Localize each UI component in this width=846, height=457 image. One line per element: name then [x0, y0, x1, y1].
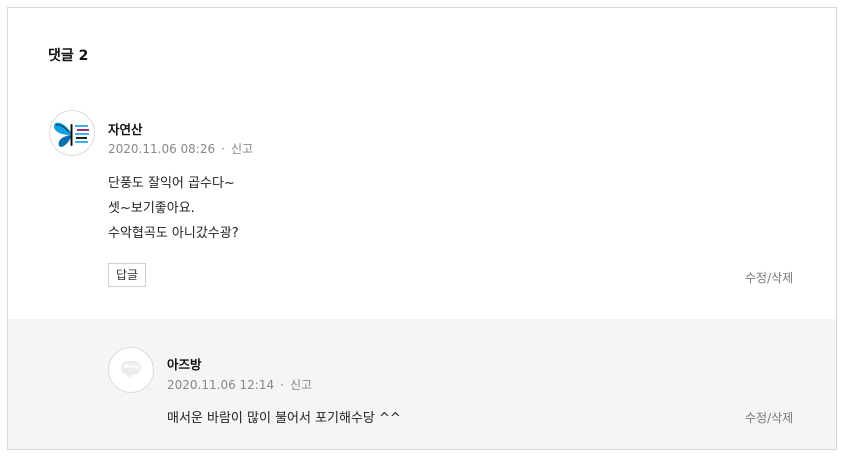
comment-text-line: 단풍도 잘익어 곱수다~: [108, 176, 235, 191]
comment-date: 2020.11.06 08:26: [108, 142, 216, 156]
butterfly-avatar-icon[interactable]: [49, 110, 95, 156]
report-link[interactable]: 신고: [231, 142, 253, 156]
reply-meta: 2020.11.06 12:14 · 신고: [167, 376, 312, 393]
meta-separator: ·: [280, 378, 284, 392]
comment-author[interactable]: 자연산: [108, 119, 143, 138]
meta-separator: ·: [221, 142, 225, 156]
comments-count-title: 댓글 2: [48, 48, 89, 64]
blog-default-avatar-icon[interactable]: Blog: [108, 347, 154, 393]
reply-author[interactable]: 아즈방: [167, 354, 202, 373]
blog-avatar-label: Blog: [124, 363, 140, 370]
comment-text-line: 셋~보기좋아요.: [108, 201, 195, 216]
reply-date: 2020.11.06 12:14: [167, 378, 275, 392]
reply-button[interactable]: 답글: [108, 263, 146, 287]
reply-text: 매서운 바람이 많이 불어서 포기해수당 ^^: [167, 411, 401, 426]
edit-delete-link[interactable]: 수정/삭제: [745, 269, 793, 286]
comment-text-line: 수악협곡도 아니갔수광?: [108, 226, 239, 241]
comment-meta: 2020.11.06 08:26 · 신고: [108, 140, 253, 157]
edit-delete-link[interactable]: 수정/삭제: [745, 409, 793, 426]
butterfly-icon: [53, 122, 89, 147]
comments-panel: 댓글 2 자연산 2020.11.06 08:26 · 신고 단풍도 잘익어 곱…: [7, 7, 837, 450]
reply-item: Blog 아즈방 2020.11.06 12:14 · 신고 매서운 바람이 많이 …: [8, 319, 836, 449]
report-link[interactable]: 신고: [290, 378, 312, 392]
